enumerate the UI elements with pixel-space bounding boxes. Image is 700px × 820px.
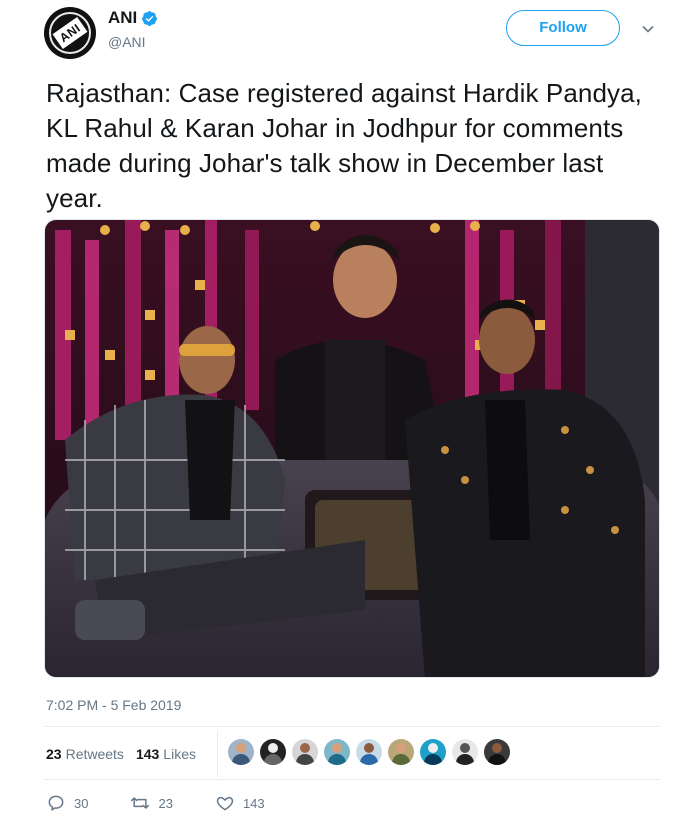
tweet-card: ANI ANI @ANI Follow Rajasthan: Case regi… bbox=[0, 0, 700, 820]
chevron-down-icon[interactable] bbox=[641, 22, 655, 36]
divider-bottom bbox=[44, 779, 660, 780]
like-action[interactable]: 143 bbox=[215, 793, 265, 813]
retweets-stat[interactable]: 23 Retweets bbox=[46, 746, 124, 762]
liker-avatar[interactable] bbox=[292, 739, 318, 765]
photo-illustration bbox=[45, 220, 659, 677]
retweets-label: Retweets bbox=[65, 746, 124, 762]
liker-avatar[interactable] bbox=[388, 739, 414, 765]
liker-avatar[interactable] bbox=[484, 739, 510, 765]
author-handle[interactable]: @ANI bbox=[108, 34, 146, 50]
like-count: 143 bbox=[242, 795, 265, 811]
tweet-actions: 30 23 143 bbox=[46, 793, 307, 813]
divider-top bbox=[44, 726, 660, 727]
verified-badge-icon bbox=[142, 10, 158, 26]
reply-count: 30 bbox=[74, 795, 89, 811]
tweet-text: Rajasthan: Case registered against Hardi… bbox=[46, 78, 643, 213]
retweets-count: 23 bbox=[46, 746, 62, 762]
stats-separator bbox=[217, 731, 218, 777]
reply-action[interactable]: 30 bbox=[46, 793, 88, 813]
engagement-stats: 23 Retweets 143 Likes bbox=[46, 739, 208, 769]
liker-avatar[interactable] bbox=[356, 739, 382, 765]
liker-avatar[interactable] bbox=[324, 739, 350, 765]
likes-stat[interactable]: 143 Likes bbox=[136, 746, 196, 762]
liker-avatars bbox=[228, 739, 516, 765]
tweet-timestamp[interactable]: 7:02 PM - 5 Feb 2019 bbox=[46, 697, 181, 713]
liker-avatar[interactable] bbox=[420, 739, 446, 765]
liker-avatar[interactable] bbox=[452, 739, 478, 765]
likes-label: Likes bbox=[163, 746, 196, 762]
heart-icon bbox=[216, 796, 234, 811]
liker-avatar[interactable] bbox=[228, 739, 254, 765]
avatar[interactable]: ANI bbox=[44, 7, 96, 59]
retweet-count: 23 bbox=[158, 795, 173, 811]
likes-count: 143 bbox=[135, 746, 160, 762]
follow-button[interactable]: Follow bbox=[506, 10, 620, 46]
retweet-action[interactable]: 23 bbox=[130, 793, 173, 813]
author-name-row: ANI bbox=[108, 8, 158, 28]
tweet-photo[interactable] bbox=[44, 219, 660, 678]
liker-avatar[interactable] bbox=[260, 739, 286, 765]
display-name[interactable]: ANI bbox=[108, 8, 137, 28]
retweet-icon bbox=[131, 797, 150, 809]
reply-icon bbox=[48, 795, 64, 811]
